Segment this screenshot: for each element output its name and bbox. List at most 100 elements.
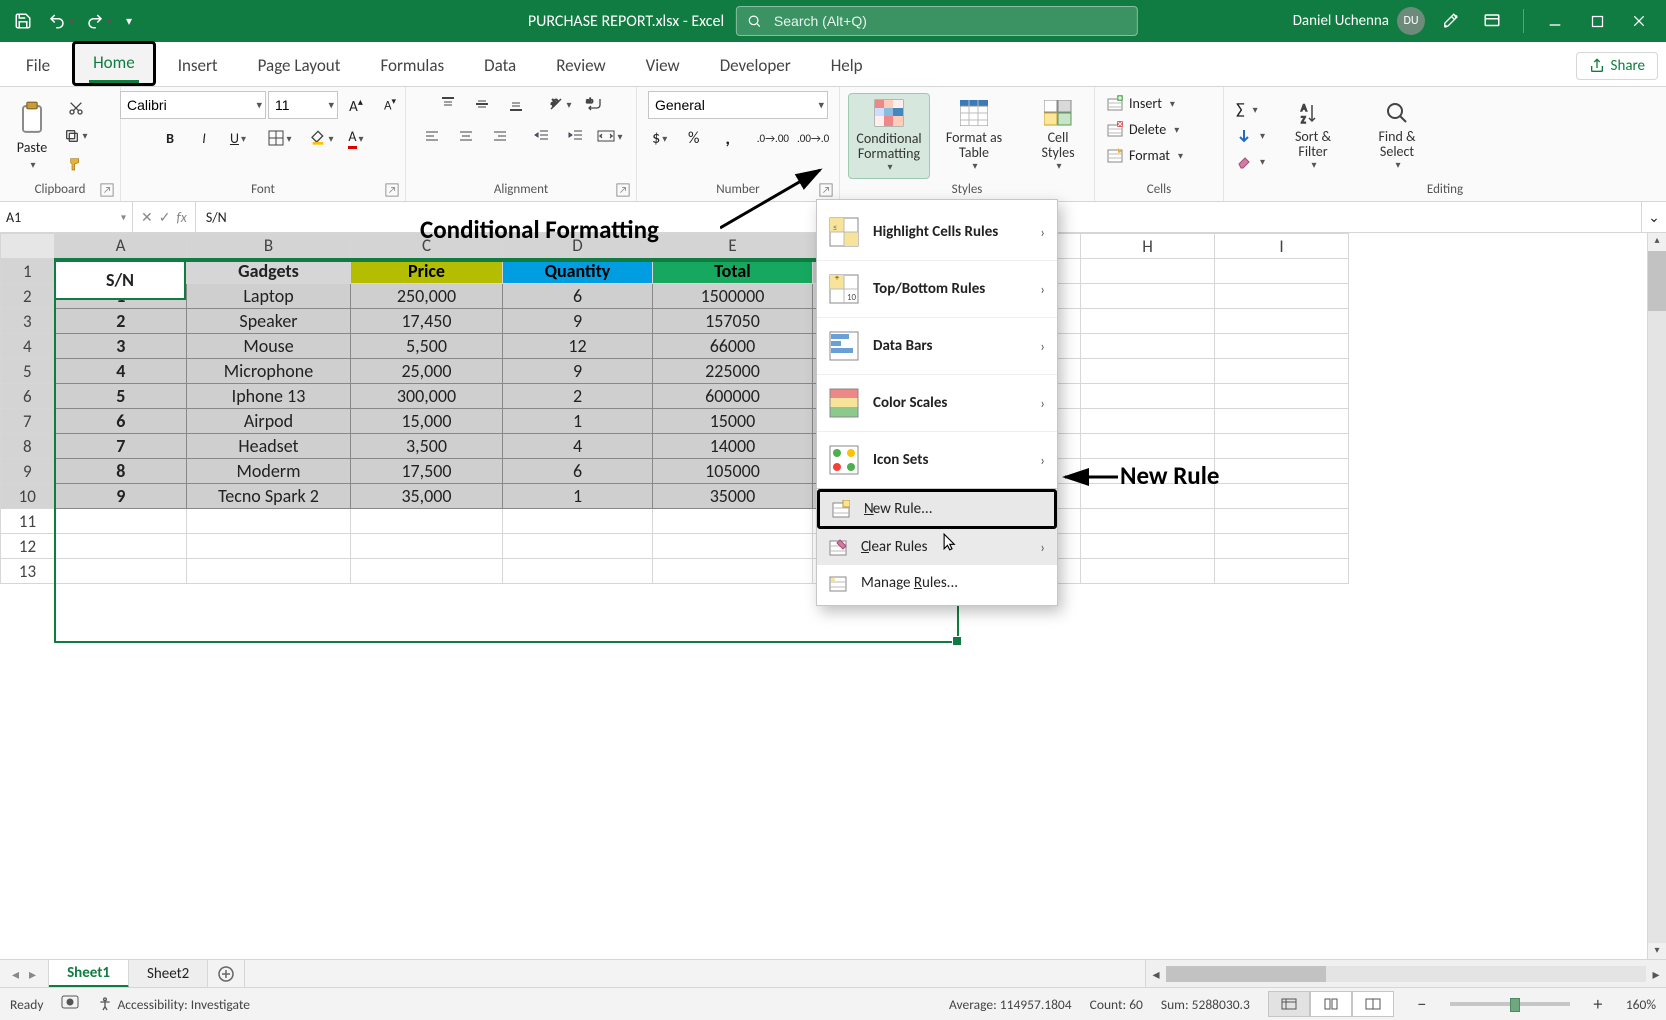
- col-header[interactable]: I: [1215, 234, 1349, 259]
- cancel-formula-icon[interactable]: ✕: [141, 209, 153, 226]
- conditional-formatting-button[interactable]: Conditional Formatting ▾: [848, 93, 930, 179]
- cell[interactable]: [1215, 509, 1349, 534]
- minimize-icon[interactable]: [1538, 4, 1572, 38]
- sort-filter-button[interactable]: AZ Sort & Filter ▾: [1273, 94, 1353, 178]
- fill-color-button[interactable]: ▾: [306, 125, 338, 151]
- cell[interactable]: [351, 559, 503, 584]
- cell[interactable]: 35000: [653, 484, 813, 509]
- cell[interactable]: 17,500: [351, 459, 503, 484]
- cell[interactable]: [187, 509, 351, 534]
- cell[interactable]: [1081, 534, 1215, 559]
- cell[interactable]: Mouse: [187, 334, 351, 359]
- cell[interactable]: 14000: [653, 434, 813, 459]
- align-bottom-icon[interactable]: [500, 91, 532, 117]
- cell[interactable]: 4: [503, 434, 653, 459]
- cell[interactable]: [1081, 384, 1215, 409]
- cell[interactable]: [653, 559, 813, 584]
- cell[interactable]: 2: [55, 309, 187, 334]
- cell[interactable]: [503, 509, 653, 534]
- cell[interactable]: 4: [55, 359, 187, 384]
- cell[interactable]: 15000: [653, 409, 813, 434]
- increase-decimal-icon[interactable]: .0→.00: [754, 125, 792, 151]
- cell[interactable]: [1081, 284, 1215, 309]
- cf-data-bars[interactable]: Data Bars ›: [817, 318, 1057, 375]
- accessibility-status[interactable]: Accessibility: Investigate: [97, 996, 249, 1013]
- row-header[interactable]: 2: [1, 284, 55, 309]
- cell[interactable]: [1081, 359, 1215, 384]
- cell[interactable]: Microphone: [187, 359, 351, 384]
- cell[interactable]: [1215, 559, 1349, 584]
- orientation-icon[interactable]: ab▾: [544, 91, 576, 117]
- cell[interactable]: 3,500: [351, 434, 503, 459]
- cell[interactable]: 15,000: [351, 409, 503, 434]
- sheet-tab-1[interactable]: Sheet1: [49, 960, 129, 988]
- cell[interactable]: [1215, 359, 1349, 384]
- tab-review[interactable]: Review: [538, 47, 623, 86]
- zoom-slider[interactable]: [1450, 1002, 1570, 1006]
- cell[interactable]: [1215, 284, 1349, 309]
- page-layout-view-icon[interactable]: [1310, 991, 1352, 1017]
- cell[interactable]: Airpod: [187, 409, 351, 434]
- wrap-text-icon[interactable]: ab: [578, 91, 610, 117]
- cell[interactable]: 6: [55, 409, 187, 434]
- decrease-indent-icon[interactable]: [526, 123, 558, 149]
- fx-icon[interactable]: fx: [176, 209, 186, 226]
- ribbon-display-icon[interactable]: [1475, 4, 1509, 38]
- cf-color-scales[interactable]: Color Scales ›: [817, 375, 1057, 432]
- percent-icon[interactable]: %: [678, 125, 710, 151]
- col-header[interactable]: E: [653, 234, 813, 259]
- coming-soon-icon[interactable]: [1433, 4, 1467, 38]
- cf-clear-rules[interactable]: Clear Rules ›: [817, 529, 1057, 565]
- row-header[interactable]: 9: [1, 459, 55, 484]
- currency-icon[interactable]: $▾: [644, 125, 676, 151]
- tab-data[interactable]: Data: [466, 47, 534, 86]
- cell[interactable]: [1215, 484, 1349, 509]
- row-header[interactable]: 5: [1, 359, 55, 384]
- zoom-level[interactable]: 160%: [1626, 996, 1656, 1013]
- cell[interactable]: [1215, 384, 1349, 409]
- cf-icon-sets[interactable]: Icon Sets ›: [817, 432, 1057, 489]
- row-header[interactable]: 6: [1, 384, 55, 409]
- font-color-button[interactable]: A▾: [340, 125, 372, 151]
- cell[interactable]: [1081, 559, 1215, 584]
- cell[interactable]: 225000: [653, 359, 813, 384]
- cell[interactable]: 5: [55, 384, 187, 409]
- cell[interactable]: 12: [503, 334, 653, 359]
- page-break-view-icon[interactable]: [1352, 991, 1394, 1017]
- cell[interactable]: [55, 509, 187, 534]
- redo-icon[interactable]: ▾: [82, 4, 116, 38]
- cell[interactable]: Gadgets: [187, 259, 351, 284]
- cell[interactable]: [653, 534, 813, 559]
- decrease-font-icon[interactable]: A▾: [374, 92, 406, 118]
- cell[interactable]: 9: [55, 484, 187, 509]
- row-header[interactable]: 4: [1, 334, 55, 359]
- cell[interactable]: Headset: [187, 434, 351, 459]
- cell[interactable]: [351, 509, 503, 534]
- cell[interactable]: 2: [503, 384, 653, 409]
- col-header[interactable]: A: [55, 234, 187, 259]
- select-all-corner[interactable]: [1, 234, 55, 259]
- cell[interactable]: Laptop: [187, 284, 351, 309]
- cut-icon[interactable]: [60, 95, 92, 121]
- copy-icon[interactable]: ▾: [60, 123, 92, 149]
- cell-styles-button[interactable]: Cell Styles ▾: [1018, 94, 1098, 178]
- cell[interactable]: [1081, 309, 1215, 334]
- cell[interactable]: 6: [503, 284, 653, 309]
- font-family-select[interactable]: [120, 91, 266, 119]
- cell[interactable]: 1: [503, 409, 653, 434]
- cf-new-rule[interactable]: New Rule...: [817, 489, 1057, 529]
- cell[interactable]: 1500000: [653, 284, 813, 309]
- align-center-icon[interactable]: [450, 123, 482, 149]
- cell[interactable]: 9: [503, 309, 653, 334]
- autosum-button[interactable]: ∑▾: [1232, 98, 1269, 122]
- dialog-launcher-icon[interactable]: [100, 183, 114, 197]
- cell[interactable]: 3: [55, 334, 187, 359]
- cell[interactable]: [503, 534, 653, 559]
- cell[interactable]: [1215, 309, 1349, 334]
- cell[interactable]: 1: [55, 284, 187, 309]
- cell[interactable]: [1081, 509, 1215, 534]
- save-icon[interactable]: [6, 4, 40, 38]
- cell[interactable]: [1215, 409, 1349, 434]
- paste-button[interactable]: Paste ▾: [8, 101, 56, 171]
- cell[interactable]: 5,500: [351, 334, 503, 359]
